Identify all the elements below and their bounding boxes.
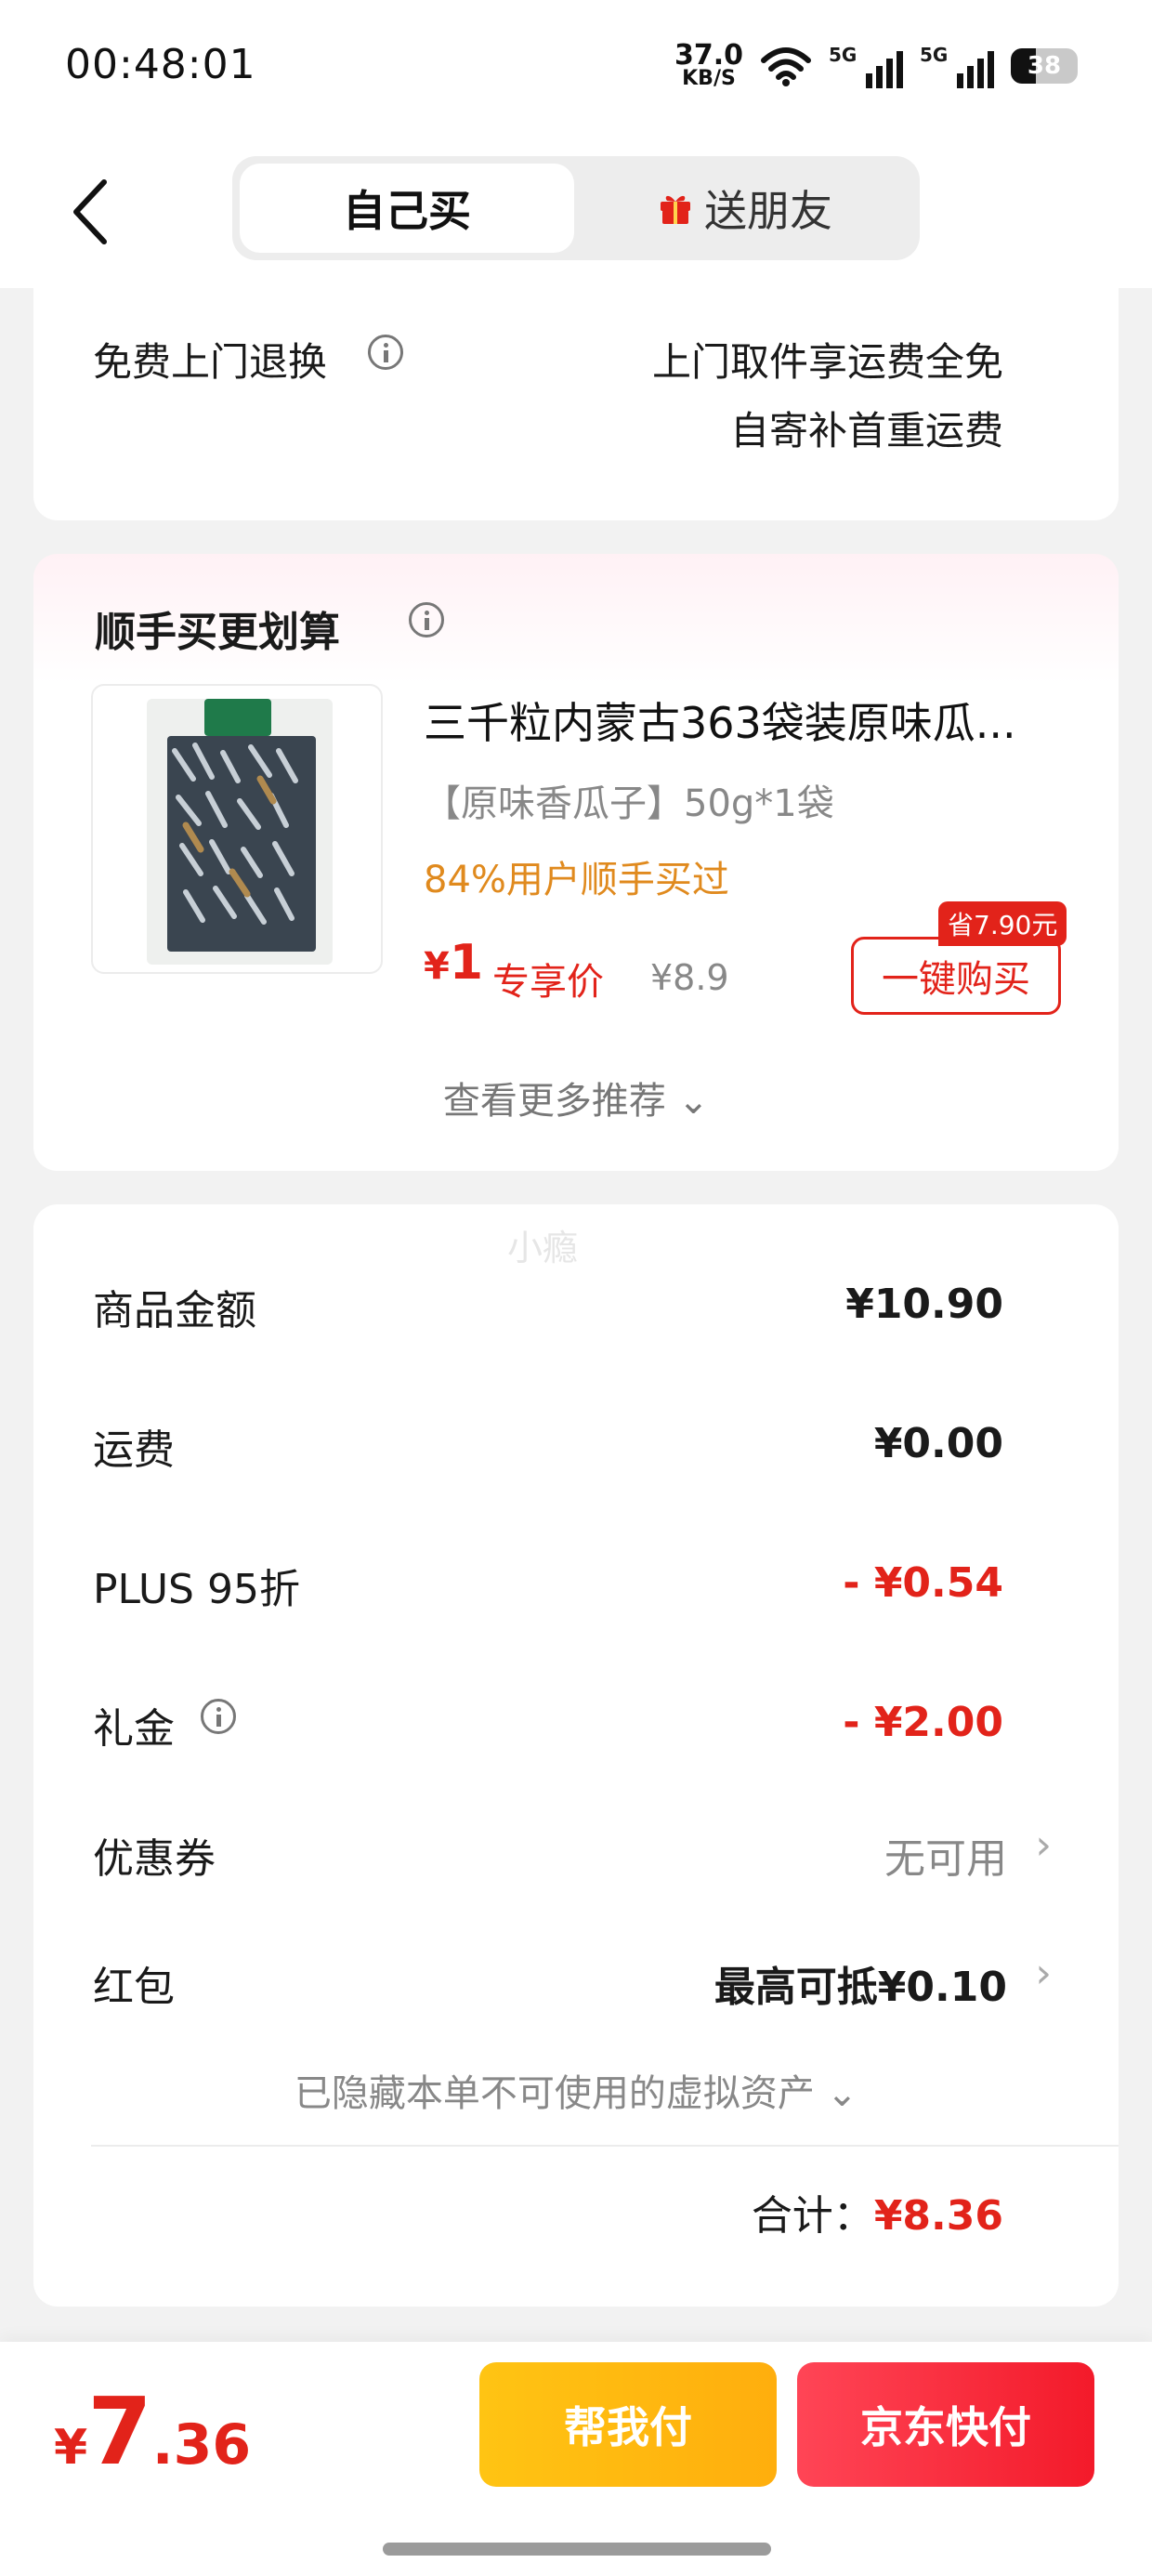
pay-amount: ¥7.36 [54, 2377, 252, 2486]
addon-recommendation-card: 顺手买更划算 三千粒内蒙古363袋装原味瓜... 【原味香瓜子】50g*1袋 8… [33, 554, 1119, 1171]
one-click-buy-button[interactable]: 一键购买 [851, 937, 1061, 1015]
plus-discount-label: PLUS 95折 [93, 1566, 300, 1613]
red-packet-value[interactable]: 最高可抵¥0.10 [714, 1953, 1007, 2013]
product-image[interactable] [91, 684, 383, 974]
hidden-assets-toggle[interactable]: 已隐藏本单不可使用的虚拟资产 ⌄ [33, 2063, 1119, 2117]
plus-discount-value: - ¥0.54 [843, 1559, 1003, 1607]
wifi-icon [761, 47, 811, 86]
goods-amount-value: ¥10.90 [845, 1281, 1003, 1328]
social-proof: 84%用户顺手买过 [424, 859, 729, 901]
shipping-label: 运费 [93, 1426, 175, 1474]
divider [91, 2145, 1119, 2147]
order-total: 合计：¥8.36 [751, 2192, 1003, 2240]
red-packet-label[interactable]: 红包 [93, 1953, 175, 2013]
battery-icon: 38 [1011, 48, 1078, 84]
info-icon[interactable] [409, 602, 444, 637]
info-icon[interactable] [201, 1699, 236, 1734]
gift-money-label: 礼金 [93, 1705, 175, 1753]
product-name[interactable]: 三千粒内蒙古363袋装原味瓜... [424, 690, 1074, 751]
home-indicator[interactable] [383, 2543, 771, 2556]
gift-icon [661, 195, 690, 224]
exclusive-price-tag: 专享价 [492, 961, 604, 1004]
back-arrow-icon[interactable] [65, 175, 121, 249]
more-recommendations-link[interactable]: 查看更多推荐 ⌄ [33, 1071, 1119, 1124]
order-summary-card: 小瘾 商品金额 ¥10.90 运费 ¥0.00 PLUS 95折 - ¥0.54… [33, 1204, 1119, 2307]
return-policy-line: 自寄补首重运费 [729, 408, 1003, 453]
return-policy-line: 上门取件享运费全免 [651, 339, 1003, 385]
status-icons: 37.0 KB/S 5G 5G 38 [674, 41, 1078, 91]
header: 自己买 送朋友 [0, 139, 1152, 288]
help-me-pay-button[interactable]: 帮我付 [479, 2362, 777, 2487]
network-speed: 37.0 KB/S [674, 39, 743, 90]
purchase-mode-switch: 自己买 送朋友 [232, 156, 920, 260]
original-price: ¥8.9 [650, 957, 729, 998]
addon-title: 顺手买更划算 [95, 609, 340, 656]
exclusive-price: ¥1 [424, 935, 484, 991]
shipping-value: ¥0.00 [873, 1420, 1003, 1467]
coupon-value[interactable]: 无可用 [884, 1825, 1007, 1885]
chevron-right-icon[interactable]: › [1035, 1950, 1052, 1997]
free-return-label: 免费上门退换 [93, 339, 328, 385]
free-return-card: 免费上门退换 上门取件享运费全免 自寄补首重运费 [33, 269, 1119, 520]
status-bar: 00:48:01 37.0 KB/S 5G 5G 38 [0, 0, 1152, 139]
tab-buy-for-self[interactable]: 自己买 [240, 164, 574, 253]
bottom-pay-bar: ¥7.36 帮我付 京东快付 [0, 2342, 1152, 2576]
signal-icon: 5G [920, 44, 994, 88]
chevron-right-icon[interactable]: › [1035, 1821, 1052, 1869]
coupon-label[interactable]: 优惠券 [93, 1825, 216, 1885]
signal-icon: 5G [829, 44, 903, 88]
tab-send-to-friend[interactable]: 送朋友 [578, 164, 912, 253]
product-spec: 【原味香瓜子】50g*1袋 [424, 782, 834, 825]
info-icon[interactable] [368, 335, 403, 370]
save-badge: 省7.90元 [938, 901, 1067, 946]
jd-quick-pay-button[interactable]: 京东快付 [797, 2362, 1094, 2487]
watermark: 小瘾 [507, 1228, 579, 1268]
status-time: 00:48:01 [65, 41, 256, 88]
goods-amount-label: 商品金额 [93, 1287, 256, 1334]
gift-money-value: - ¥2.00 [843, 1699, 1003, 1746]
